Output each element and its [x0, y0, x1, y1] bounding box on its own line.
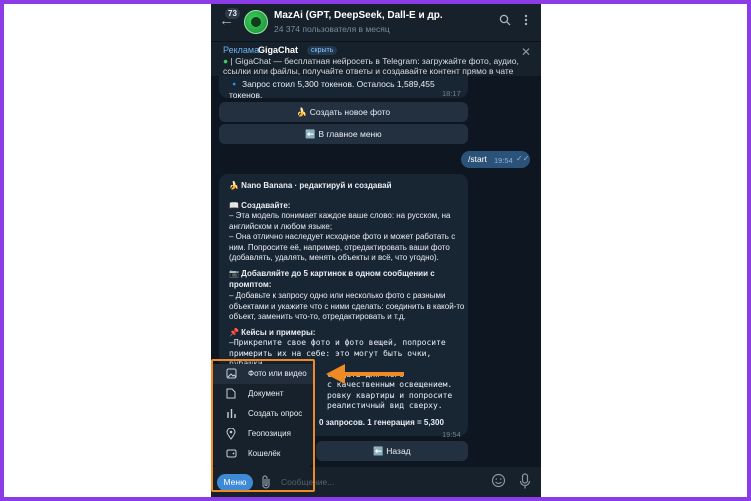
ad-text-content: | GigaChat — бесплатная нейросеть в Tele…: [223, 56, 519, 76]
message-composer: Меню Сообщение...: [211, 467, 541, 497]
attach-item-label: Документ: [248, 389, 284, 398]
attach-location[interactable]: Геопозиция: [212, 424, 313, 444]
attach-photo-video[interactable]: Фото или видео: [212, 364, 313, 384]
message-text: 🔹 Запрос стоил 5,300 токенов. Осталось 1…: [229, 79, 435, 100]
ad-text: ● | GigaChat — бесплатная нейросеть в Te…: [223, 56, 523, 76]
bot-avatar[interactable]: [244, 10, 268, 34]
message-paragraph: – Она отлично наследует исходное фото и …: [229, 232, 456, 262]
attach-wallet[interactable]: Кошелёк: [212, 444, 313, 464]
chat-title[interactable]: MazAi (GPT, DeepSeek, Dall-E и др.: [274, 10, 443, 21]
telegram-chat-window: ← 73 MazAi (GPT, DeepSeek, Dall-E и др. …: [211, 4, 541, 497]
attach-menu: Фото или видео Документ Создать опрос Ге…: [212, 364, 313, 467]
message-code: ровку квартиры и попросите: [327, 391, 453, 400]
message-time: 18:17: [442, 89, 461, 98]
document-icon: [225, 388, 237, 400]
message-limit: 0 запросов. 1 генерация = 5,300: [319, 418, 444, 427]
search-icon[interactable]: [498, 14, 512, 30]
attach-document[interactable]: Документ: [212, 384, 313, 404]
attach-poll[interactable]: Создать опрос: [212, 404, 313, 424]
message-time: 19:54: [494, 156, 513, 165]
chat-subtitle: 24 374 пользователя в месяц: [274, 24, 390, 34]
wallet-icon: [225, 448, 237, 460]
message-code: с качественным освещением.: [327, 380, 453, 389]
emoji-icon[interactable]: [491, 473, 507, 489]
location-icon: [225, 427, 237, 440]
message-input[interactable]: Сообщение...: [281, 477, 334, 487]
back-keyboard-button[interactable]: ⬅️ Назад: [316, 441, 468, 461]
ad-channel-name[interactable]: GigaChat: [258, 45, 298, 55]
ad-label: Реклама: [223, 45, 260, 55]
highlight-arrow-line: [344, 372, 404, 376]
message-paragraph: – Эта модель понимает каждое ваше слово:…: [229, 211, 451, 231]
image-icon: [225, 368, 237, 380]
bot-menu-button[interactable]: Меню: [217, 474, 253, 491]
message-text: /start: [468, 154, 487, 164]
message-outgoing: /start 19:54 ✓✓: [461, 151, 530, 168]
attach-item-label: Геопозиция: [248, 429, 291, 438]
ad-hide-button[interactable]: скрыть: [307, 46, 338, 55]
sponsored-message[interactable]: Реклама GigaChat скрыть ● | GigaChat — б…: [211, 41, 541, 76]
message-cost: 🔹 Запрос стоил 5,300 токенов. Осталось 1…: [219, 76, 468, 100]
more-icon[interactable]: [519, 14, 533, 30]
close-icon[interactable]: ✕: [521, 45, 531, 59]
attach-item-label: Фото или видео: [248, 369, 307, 378]
section-heading: 📌 Кейсы и примеры:: [229, 328, 316, 337]
section-heading: 📷 Добавляйте до 5 картинок в одном сообщ…: [229, 269, 435, 289]
attach-item-label: Кошелёк: [248, 449, 281, 458]
section-heading: 📖 Создавайте:: [229, 201, 291, 210]
attach-item-label: Создать опрос: [248, 409, 303, 418]
message-code: реалистичный вид сверху.: [327, 401, 443, 410]
highlight-arrow-icon: [326, 364, 345, 384]
create-new-photo-button[interactable]: 🍌 Создать новое фото: [219, 102, 468, 122]
main-menu-button[interactable]: ⬅️ В главное меню: [219, 124, 468, 144]
unread-badge: 73: [225, 8, 240, 19]
chat-header: ← 73 MazAi (GPT, DeepSeek, Dall-E и др. …: [211, 4, 541, 41]
message-time: 19:54: [442, 430, 461, 439]
read-checkmarks-icon: ✓✓: [516, 154, 530, 163]
message-paragraph: – Добавьте к запросу одно или несколько …: [229, 291, 465, 321]
microphone-icon[interactable]: [519, 473, 533, 491]
message-title: 🍌 Nano Banana · редактируй и создавай: [229, 181, 392, 190]
poll-icon: [225, 408, 237, 420]
paperclip-icon[interactable]: [260, 474, 272, 490]
giga-logo-icon: ●: [223, 56, 229, 66]
